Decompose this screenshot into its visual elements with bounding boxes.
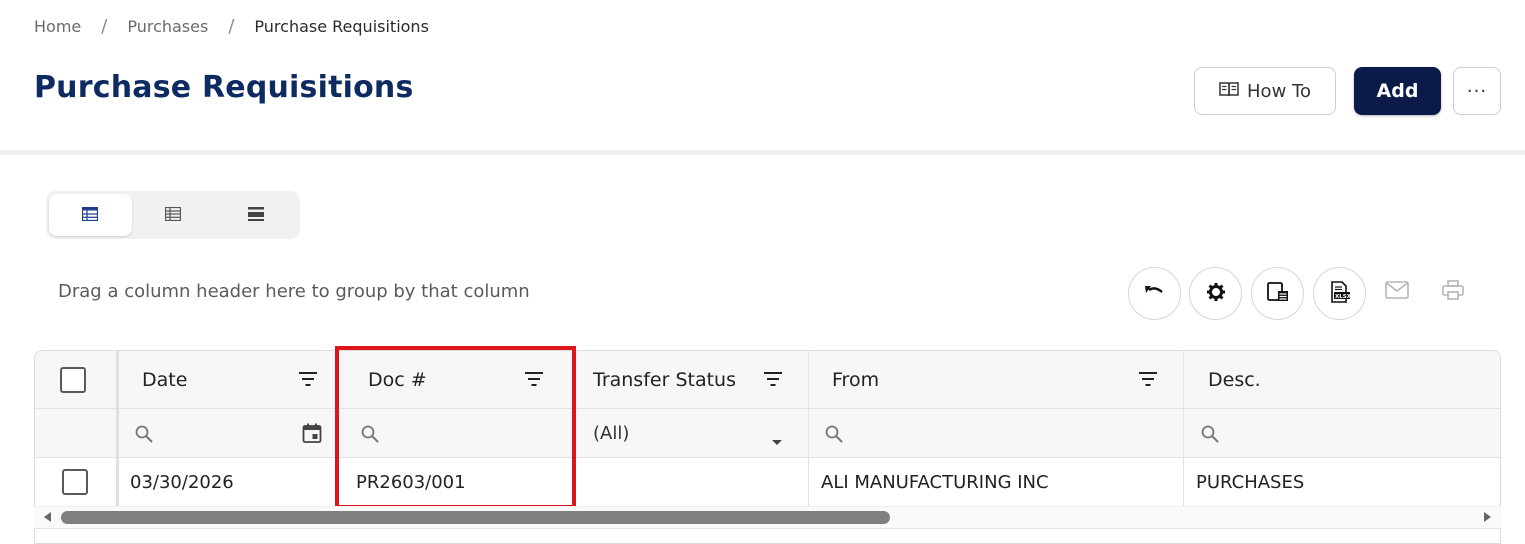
page-title: Purchase Requisitions: [34, 70, 414, 105]
svg-text:XLSX: XLSX: [1335, 294, 1351, 300]
book-icon: [1219, 81, 1239, 102]
undo-button[interactable]: [1128, 267, 1181, 320]
transfer-status-filter-select[interactable]: (All): [593, 409, 629, 457]
grid-view-icon: [82, 206, 99, 225]
column-header-date[interactable]: Date: [142, 351, 187, 408]
export-excel-button[interactable]: XLSX: [1313, 267, 1366, 320]
how-to-button[interactable]: How To: [1194, 67, 1336, 115]
filter-icon[interactable]: [1138, 371, 1158, 391]
export-excel-icon: XLSX: [1329, 280, 1351, 307]
compact-view-icon: [247, 206, 264, 225]
column-header-desc[interactable]: Desc.: [1208, 351, 1261, 408]
breadcrumb-separator: /: [228, 16, 235, 37]
undo-icon: [1144, 284, 1166, 304]
breadcrumb-home[interactable]: Home: [34, 17, 81, 36]
gear-icon: [1206, 282, 1226, 306]
breadcrumb: Home / Purchases / Purchase Requisitions: [34, 16, 429, 37]
column-header-transfer-status[interactable]: Transfer Status: [593, 351, 736, 408]
header-row: Date Doc # Transfer Status From Desc.: [35, 351, 1500, 409]
more-options-button[interactable]: ···: [1453, 67, 1501, 115]
view-mode-list[interactable]: [132, 194, 215, 236]
cell-from: ALI MANUFACTURING INC: [821, 471, 1049, 493]
page: Home / Purchases / Purchase Requisitions…: [0, 0, 1525, 544]
print-button[interactable]: [1439, 278, 1467, 306]
cell-desc: PURCHASES: [1196, 471, 1305, 493]
column-chooser-button[interactable]: [1251, 267, 1304, 320]
filter-row: (All): [35, 409, 1500, 458]
breadcrumb-purchases[interactable]: Purchases: [127, 17, 208, 36]
scroll-left-arrow[interactable]: [44, 512, 51, 522]
search-icon[interactable]: [825, 425, 843, 447]
column-chooser-icon: [1266, 281, 1289, 306]
breadcrumb-separator: /: [101, 16, 108, 37]
header-divider: [0, 150, 1525, 155]
scroll-right-arrow[interactable]: [1484, 512, 1491, 522]
filter-icon[interactable]: [298, 371, 318, 391]
calendar-icon[interactable]: [302, 423, 322, 447]
search-icon[interactable]: [135, 425, 153, 447]
breadcrumb-current: Purchase Requisitions: [254, 17, 429, 36]
column-divider: [808, 351, 809, 506]
row-checkbox[interactable]: [62, 458, 88, 506]
add-button[interactable]: Add: [1354, 67, 1441, 115]
chevron-down-icon[interactable]: [771, 431, 783, 450]
scrollbar-thumb[interactable]: [61, 511, 890, 524]
column-divider: [1183, 351, 1184, 506]
mail-button[interactable]: [1383, 278, 1411, 306]
view-mode-grid[interactable]: [49, 194, 132, 236]
column-header-from[interactable]: From: [832, 351, 879, 408]
column-divider: [116, 351, 119, 506]
how-to-label: How To: [1247, 80, 1311, 102]
group-by-hint: Drag a column header here to group by th…: [58, 281, 530, 302]
print-icon: [1442, 280, 1464, 304]
mail-icon: [1385, 281, 1409, 303]
table-row[interactable]: 03/30/2026 PR2603/001 ALI MANUFACTURING …: [35, 458, 1500, 506]
grid-bottom-border: [34, 528, 1501, 529]
settings-button[interactable]: [1189, 267, 1242, 320]
list-view-icon: [164, 206, 182, 225]
search-icon[interactable]: [1201, 425, 1219, 447]
cell-date: 03/30/2026: [130, 471, 234, 493]
filter-icon[interactable]: [763, 371, 783, 391]
select-all-checkbox[interactable]: [60, 351, 86, 408]
view-mode-switch: [46, 191, 300, 239]
horizontal-scrollbar[interactable]: [34, 506, 1501, 528]
doc-column-highlight: [335, 346, 576, 509]
view-mode-compact[interactable]: [214, 194, 297, 236]
